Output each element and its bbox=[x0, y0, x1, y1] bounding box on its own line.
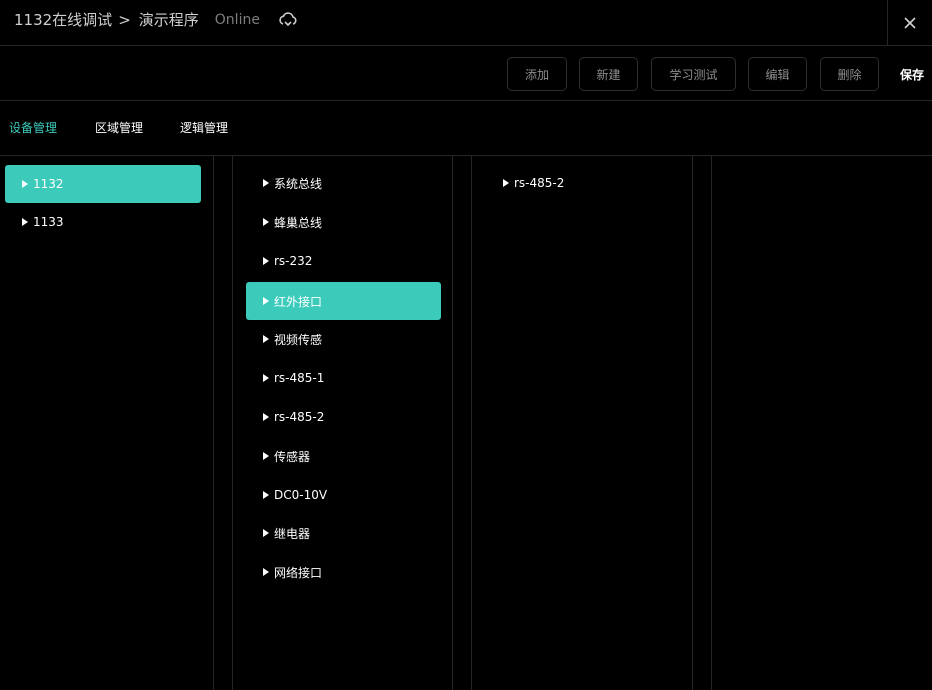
caret-right-icon bbox=[263, 335, 269, 343]
breadcrumb-separator: > bbox=[118, 10, 131, 29]
interface-item[interactable]: rs-232 bbox=[246, 242, 441, 280]
device-item-1133[interactable]: 1133 bbox=[5, 203, 201, 241]
save-button[interactable]: 保存 bbox=[900, 66, 924, 83]
caret-right-icon bbox=[22, 180, 28, 188]
interface-item[interactable]: 蜂巢总线 bbox=[246, 203, 441, 241]
edit-button[interactable]: 编辑 bbox=[748, 57, 807, 91]
interface-label: 红外接口 bbox=[274, 294, 323, 309]
caret-right-icon bbox=[263, 568, 269, 576]
device-label: 1133 bbox=[33, 215, 64, 229]
subitem-rs-485-2[interactable]: rs-485-2 bbox=[486, 164, 681, 202]
caret-right-icon bbox=[263, 218, 269, 226]
caret-right-icon bbox=[263, 297, 269, 305]
column-divider bbox=[471, 156, 472, 690]
breadcrumb-root[interactable]: 1132在线调试 bbox=[14, 9, 112, 30]
interface-item[interactable]: DC0-10V bbox=[246, 476, 441, 514]
caret-right-icon bbox=[263, 491, 269, 499]
close-button[interactable] bbox=[887, 0, 932, 46]
caret-right-icon bbox=[22, 218, 28, 226]
caret-right-icon bbox=[263, 257, 269, 265]
interface-item[interactable]: 系统总线 bbox=[246, 164, 441, 202]
close-icon bbox=[904, 17, 916, 29]
delete-button[interactable]: 删除 bbox=[820, 57, 879, 91]
interface-label: 继电器 bbox=[274, 526, 311, 541]
interface-label: 网络接口 bbox=[274, 565, 323, 580]
interface-item[interactable]: rs-485-1 bbox=[246, 359, 441, 397]
tab-bar: 设备管理 区域管理 逻辑管理 bbox=[0, 101, 932, 156]
interface-item[interactable]: 传感器 bbox=[246, 437, 441, 475]
add-button[interactable]: 添加 bbox=[507, 57, 567, 91]
interface-item[interactable]: 视频传感 bbox=[246, 320, 441, 358]
interface-item[interactable]: 网络接口 bbox=[246, 553, 441, 591]
learn-test-button[interactable]: 学习测试 bbox=[651, 57, 736, 91]
device-label: 1132 bbox=[33, 177, 64, 191]
caret-right-icon bbox=[503, 179, 509, 187]
tab-logic-management[interactable]: 逻辑管理 bbox=[180, 119, 228, 136]
interface-label: 系统总线 bbox=[274, 176, 323, 191]
interface-label: rs-232 bbox=[274, 254, 313, 268]
column-divider bbox=[711, 156, 712, 690]
interface-label: rs-485-1 bbox=[274, 371, 325, 385]
interface-label: 视频传感 bbox=[274, 332, 323, 347]
toolbar: 添加 新建 学习测试 编辑 删除 保存 bbox=[0, 46, 932, 101]
interface-item[interactable]: 红外接口 bbox=[246, 282, 441, 320]
interface-item[interactable]: 继电器 bbox=[246, 514, 441, 552]
breadcrumb-current: 演示程序 bbox=[138, 11, 199, 29]
column-divider bbox=[213, 156, 214, 690]
subitem-label: rs-485-2 bbox=[514, 176, 565, 190]
interface-label: DC0-10V bbox=[274, 488, 328, 502]
interface-item[interactable]: rs-485-2 bbox=[246, 398, 441, 436]
interface-label: 传感器 bbox=[274, 449, 311, 464]
tab-device-management[interactable]: 设备管理 bbox=[9, 119, 57, 136]
caret-right-icon bbox=[263, 529, 269, 537]
caret-right-icon bbox=[263, 452, 269, 460]
caret-right-icon bbox=[263, 374, 269, 382]
interface-label: 蜂巢总线 bbox=[274, 215, 323, 230]
status-label: Online bbox=[214, 11, 260, 28]
device-item-1132[interactable]: 1132 bbox=[5, 165, 201, 203]
column-divider bbox=[232, 156, 233, 690]
new-button[interactable]: 新建 bbox=[579, 57, 638, 91]
tab-area-management[interactable]: 区域管理 bbox=[95, 119, 143, 136]
column-divider bbox=[692, 156, 693, 690]
column-divider bbox=[452, 156, 453, 690]
caret-right-icon bbox=[263, 179, 269, 187]
cloud-sync-icon[interactable] bbox=[278, 11, 298, 29]
interface-label: rs-485-2 bbox=[274, 410, 325, 424]
title-bar: 1132在线调试 > 演示程序 Online bbox=[0, 0, 932, 46]
caret-right-icon bbox=[263, 413, 269, 421]
breadcrumb: 1132在线调试 > 演示程序 Online bbox=[14, 9, 298, 30]
